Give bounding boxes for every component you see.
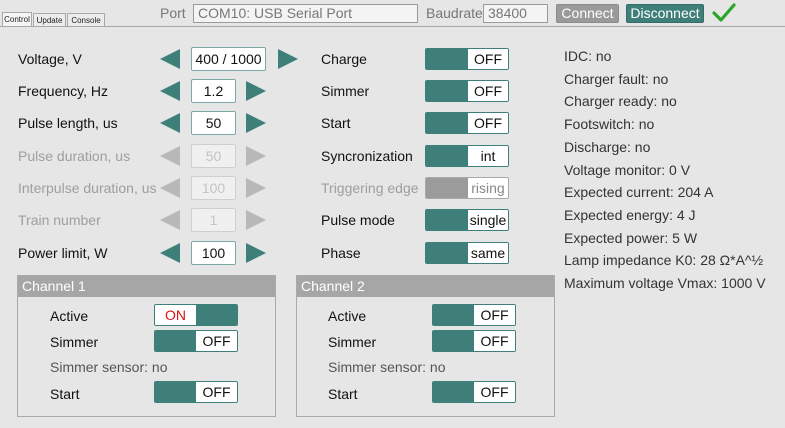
pulse-duration-label: Pulse duration, us xyxy=(18,148,131,164)
start-toggle[interactable]: OFF xyxy=(425,112,509,134)
simmer-toggle[interactable]: OFF xyxy=(425,80,509,102)
phase-toggle[interactable]: same xyxy=(425,242,509,264)
voltage-increase-icon[interactable] xyxy=(278,49,298,69)
status-line: Charger fault: no xyxy=(564,70,669,87)
status-line: IDC: no xyxy=(564,48,612,64)
status-line: Voltage monitor: 0 V xyxy=(564,161,691,178)
train-number-decrease-icon xyxy=(160,210,180,230)
channel-2-active-label: Active xyxy=(328,308,367,324)
frequency-label: Frequency, Hz xyxy=(18,83,108,99)
tab-divider xyxy=(0,26,785,27)
channel-2-title: Channel 2 xyxy=(297,276,554,297)
pulse-mode-value: single xyxy=(468,210,508,230)
start-label: Start xyxy=(321,115,351,131)
train-number-label: Train number xyxy=(18,212,101,228)
voltage-input[interactable]: 400 / 1000 xyxy=(191,47,266,71)
channel-2-simmer-value: OFF xyxy=(474,331,515,351)
phase-value: same xyxy=(468,243,508,263)
checkmark-icon xyxy=(712,3,736,22)
status-line: Expected power: 5 W xyxy=(564,229,698,246)
pulse-duration-increase-icon xyxy=(246,146,266,166)
interpulse-duration-label: Interpulse duration, us xyxy=(18,180,157,196)
channel-1-active-toggle[interactable]: ON xyxy=(154,304,238,326)
baudrate-input[interactable]: 38400 xyxy=(483,4,548,23)
train-number-increase-icon xyxy=(246,210,266,230)
pulse-duration-decrease-icon xyxy=(160,146,180,166)
syncronization-toggle[interactable]: int xyxy=(425,145,509,167)
disconnect-button[interactable]: Disconnect xyxy=(626,4,704,23)
connect-button[interactable]: Connect xyxy=(556,4,619,23)
status-line: Lamp impedance K0: 28 Ω*A^½ xyxy=(564,252,764,269)
status-line: Expected current: 204 A xyxy=(564,184,714,201)
channel-2-active-value: OFF xyxy=(474,305,515,325)
interpulse-duration-increase-icon xyxy=(246,178,266,198)
channel-2-simmer-toggle[interactable]: OFF xyxy=(432,330,516,352)
status-line: Maximum voltage Vmax: 1000 V xyxy=(564,275,766,291)
voltage-label: Voltage, V xyxy=(18,51,82,67)
voltage-decrease-icon[interactable] xyxy=(160,49,180,69)
channel-2-start-toggle[interactable]: OFF xyxy=(432,381,516,403)
channel-1-title: Channel 1 xyxy=(18,276,275,297)
start-value: OFF xyxy=(468,113,508,133)
power-limit-input[interactable]: 100 xyxy=(191,241,236,265)
port-select[interactable]: COM10: USB Serial Port xyxy=(193,4,418,23)
status-line: Footswitch: no xyxy=(564,116,655,133)
channel-2-simmer-sensor: Simmer sensor: no xyxy=(328,359,446,375)
syncronization-label: Syncronization xyxy=(321,148,413,164)
interpulse-duration-decrease-icon xyxy=(160,178,180,198)
channel-1-simmer-label: Simmer xyxy=(50,334,99,350)
baudrate-label: Baudrate xyxy=(426,5,483,21)
tab-update[interactable]: Update xyxy=(33,13,66,27)
pulse-mode-toggle[interactable]: single xyxy=(425,209,509,231)
charge-label: Charge xyxy=(321,51,367,67)
channel-1-simmer-sensor: Simmer sensor: no xyxy=(50,359,168,375)
channel-1-panel: Channel 1 Active ON Simmer OFF Simmer se… xyxy=(17,275,276,417)
pulse-length-input[interactable]: 50 xyxy=(191,111,236,135)
channel-1-active-value: ON xyxy=(155,305,196,325)
channel-2-simmer-label: Simmer xyxy=(328,334,377,350)
status-line: Expected energy: 4 J xyxy=(564,206,696,223)
power-limit-label: Power limit, W xyxy=(18,245,108,261)
frequency-input[interactable]: 1.2 xyxy=(191,79,236,103)
channel-1-simmer-toggle[interactable]: OFF xyxy=(154,330,238,352)
train-number-input: 1 xyxy=(191,208,236,232)
status-line: Discharge: no xyxy=(564,138,651,155)
frequency-decrease-icon[interactable] xyxy=(160,81,180,101)
pulse-length-label: Pulse length, us xyxy=(18,115,118,131)
simmer-value: OFF xyxy=(468,81,508,101)
port-label: Port xyxy=(160,5,186,21)
channel-2-start-value: OFF xyxy=(474,382,515,402)
channel-2-start-label: Start xyxy=(328,386,358,402)
channel-1-simmer-value: OFF xyxy=(196,331,237,351)
channel-1-start-label: Start xyxy=(50,386,80,402)
pulse-length-decrease-icon[interactable] xyxy=(160,113,180,133)
pulse-length-increase-icon[interactable] xyxy=(246,113,266,133)
status-line: Charger ready: no xyxy=(564,93,677,110)
channel-1-active-label: Active xyxy=(50,308,89,324)
channel-1-start-value: OFF xyxy=(196,382,237,402)
channel-2-panel: Channel 2 Active OFF Simmer OFF Simmer s… xyxy=(296,275,555,417)
syncronization-value: int xyxy=(468,146,508,166)
triggering-edge-toggle: rising xyxy=(425,177,509,199)
tab-control[interactable]: Control xyxy=(2,12,32,27)
power-limit-decrease-icon[interactable] xyxy=(160,243,180,263)
charge-value: OFF xyxy=(468,49,508,69)
pulse-duration-input: 50 xyxy=(191,144,236,168)
power-limit-increase-icon[interactable] xyxy=(246,243,266,263)
interpulse-duration-input: 100 xyxy=(191,176,236,200)
triggering-edge-label: Triggering edge xyxy=(321,180,419,196)
phase-label: Phase xyxy=(321,245,361,261)
frequency-increase-icon[interactable] xyxy=(246,81,266,101)
channel-1-start-toggle[interactable]: OFF xyxy=(154,381,238,403)
simmer-label: Simmer xyxy=(321,83,370,99)
pulse-mode-label: Pulse mode xyxy=(321,212,395,228)
triggering-edge-value: rising xyxy=(468,178,508,198)
tab-console[interactable]: Console xyxy=(67,13,105,27)
channel-2-active-toggle[interactable]: OFF xyxy=(432,304,516,326)
charge-toggle[interactable]: OFF xyxy=(425,48,509,70)
